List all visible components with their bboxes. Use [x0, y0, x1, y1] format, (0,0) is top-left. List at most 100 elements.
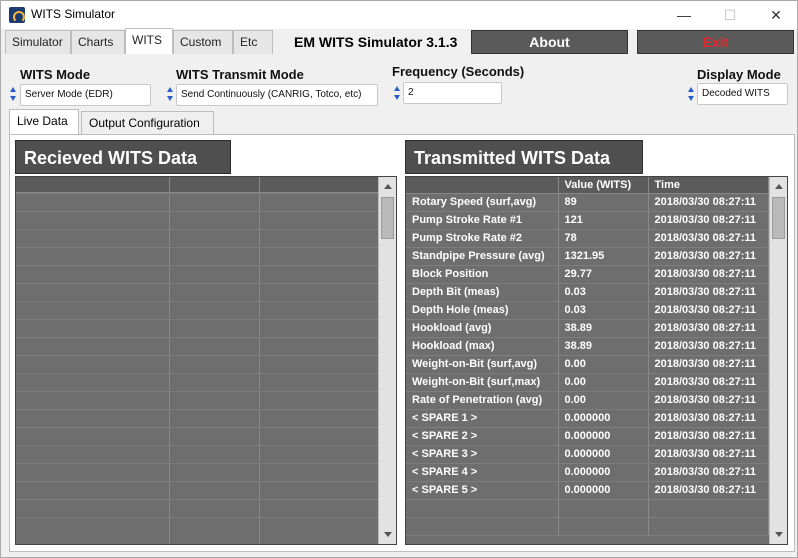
- grid-row-line: [16, 409, 379, 410]
- table-row[interactable]: < SPARE 1 >0.000000 2018/03/30 08:27:11: [406, 409, 769, 428]
- maximize-icon[interactable]: ☐: [707, 1, 753, 29]
- tab-custom[interactable]: Custom: [173, 30, 233, 54]
- cell-time: 2018/03/30 08:27:11: [648, 481, 769, 500]
- cell-name: Weight-on-Bit (surf,avg): [406, 355, 559, 374]
- cell-name: Weight-on-Bit (surf,max): [406, 373, 559, 392]
- display-mode-label: Display Mode: [697, 67, 781, 82]
- grid-divider: [259, 177, 260, 544]
- exit-button[interactable]: Exit: [637, 30, 794, 54]
- tab-etc[interactable]: Etc: [233, 30, 273, 54]
- table-row[interactable]: Weight-on-Bit (surf,max) 0.00 2018/03/30 0…: [406, 373, 769, 392]
- frequency-spinner[interactable]: [393, 83, 402, 103]
- cell-time: 2018/03/30 08:27:11: [648, 445, 769, 464]
- cell-name: < SPARE 4 >: [406, 463, 559, 482]
- cell-time: 2018/03/30 08:27:11: [648, 283, 769, 302]
- tab-live-data[interactable]: Live Data: [9, 109, 79, 136]
- table-row[interactable]: Weight-on-Bit (surf,avg) 0.00 2018/03/30 0…: [406, 355, 769, 374]
- empty-cell: [558, 499, 649, 518]
- frequency-label: Frequency (Seconds): [392, 64, 525, 79]
- cell-value: 38.89: [558, 319, 649, 338]
- transmit-mode-select[interactable]: Send Continuously (CANRIG, Totco, etc): [176, 84, 378, 106]
- grid-row-line: [16, 337, 379, 338]
- table-row[interactable]: Hookload (avg) 38.89 2018/03/30 08:27:11: [406, 319, 769, 338]
- cell-time: 2018/03/30 08:27:11: [648, 427, 769, 446]
- cell-value: 0.00: [558, 391, 649, 410]
- cell-name: < SPARE 3 >: [406, 445, 559, 464]
- table-row[interactable]: Rotary Speed (surf,avg) 89 2018/03/30 08:2…: [406, 193, 769, 212]
- table-row[interactable]: < SPARE 2 >0.000000 2018/03/30 08:27:11: [406, 427, 769, 446]
- grid-row-line: [16, 481, 379, 482]
- cell-value: 0.00: [558, 373, 649, 392]
- received-data-grid[interactable]: [15, 176, 397, 545]
- transmitted-scrollbar[interactable]: [769, 177, 787, 544]
- cell-name: Rate of Penetration (avg): [406, 391, 559, 410]
- wits-mode-label: WITS Mode: [20, 67, 91, 82]
- empty-cell: [648, 517, 769, 536]
- cell-name: Pump Stroke Rate #2: [406, 229, 559, 248]
- grid-row-line: [16, 445, 379, 446]
- cell-value: 38.89: [558, 337, 649, 356]
- cell-value: 0.03: [558, 301, 649, 320]
- scroll-thumb[interactable]: [381, 197, 394, 239]
- wits-mode-spinner[interactable]: [9, 84, 18, 104]
- table-header-row: Value (WITS) Time: [406, 177, 769, 194]
- close-icon[interactable]: ✕: [753, 1, 798, 29]
- title-bar: WITS Simulator — ☐ ✕: [1, 1, 797, 29]
- table-row[interactable]: Depth Bit (meas) 0.03 2018/03/30 08:27:11: [406, 283, 769, 302]
- cell-value: 78: [558, 229, 649, 248]
- scroll-up-icon[interactable]: [380, 179, 395, 194]
- minimize-icon[interactable]: —: [661, 1, 707, 29]
- table-row[interactable]: Depth Hole (meas) 0.03 2018/03/30 08:27:11: [406, 301, 769, 320]
- table-row[interactable]: < SPARE 4 >0.000000 2018/03/30 08:27:11: [406, 463, 769, 482]
- grid-row-line: [16, 301, 379, 302]
- cell-value: 121: [558, 211, 649, 230]
- app-window: WITS Simulator — ☐ ✕ Simulator Charts WI…: [0, 0, 798, 558]
- cell-value: 0.000000: [558, 463, 649, 482]
- display-mode-spinner[interactable]: [687, 84, 696, 104]
- empty-cell: [648, 499, 769, 518]
- table-row[interactable]: Standpipe Pressure (avg) 1321.95 2018/03/3…: [406, 247, 769, 266]
- cell-name: < SPARE 1 >: [406, 409, 559, 428]
- table-row[interactable]: < SPARE 3 >0.000000 2018/03/30 08:27:11: [406, 445, 769, 464]
- tab-wits[interactable]: WITS: [125, 28, 173, 54]
- grid-row-line: [16, 229, 379, 230]
- table-row[interactable]: Block Position 29.77 2018/03/30 08:27:11: [406, 265, 769, 284]
- scroll-down-icon[interactable]: [771, 527, 786, 542]
- grid-row-line: [16, 373, 379, 374]
- cell-time: 2018/03/30 08:27:11: [648, 301, 769, 320]
- table-row[interactable]: Pump Stroke Rate #1 121 2018/03/30 08:27:1…: [406, 211, 769, 230]
- display-mode-select[interactable]: Decoded WITS: [697, 83, 788, 105]
- scroll-down-icon[interactable]: [380, 527, 395, 542]
- tab-output-configuration[interactable]: Output Configuration: [81, 111, 214, 135]
- received-scrollbar[interactable]: [378, 177, 396, 544]
- cell-name: Rotary Speed (surf,avg): [406, 193, 559, 212]
- column-header-name[interactable]: [406, 177, 559, 194]
- grid-row-line: [16, 517, 379, 518]
- cell-value: 0.03: [558, 283, 649, 302]
- cell-value: 89: [558, 193, 649, 212]
- frequency-input[interactable]: 2: [403, 82, 502, 104]
- grid-row-line: [16, 355, 379, 356]
- cell-time: 2018/03/30 08:27:11: [648, 337, 769, 356]
- scroll-up-icon[interactable]: [771, 179, 786, 194]
- transmitted-panel-title: Transmitted WITS Data: [405, 140, 643, 174]
- cell-time: 2018/03/30 08:27:11: [648, 463, 769, 482]
- table-row[interactable]: Pump Stroke Rate #2 78 2018/03/30 08:27:11: [406, 229, 769, 248]
- cell-value: 29.77: [558, 265, 649, 284]
- grid-row-line: [16, 319, 379, 320]
- grid-row-line: [16, 427, 379, 428]
- table-row[interactable]: Hookload (max) 38.89 2018/03/30 08:27:11: [406, 337, 769, 356]
- table-row[interactable]: < SPARE 5 >0.000000 2018/03/30 08:27:11: [406, 481, 769, 500]
- transmitted-data-grid[interactable]: Value (WITS) Time Rotary Speed (surf,avg…: [405, 176, 788, 545]
- scroll-thumb[interactable]: [772, 197, 785, 239]
- tab-simulator[interactable]: Simulator: [5, 30, 71, 54]
- table-row[interactable]: Rate of Penetration (avg) 0.00 2018/03/30 …: [406, 391, 769, 410]
- tab-charts[interactable]: Charts: [71, 30, 125, 54]
- received-panel-title: Recieved WITS Data: [15, 140, 231, 174]
- column-header-value[interactable]: Value (WITS): [558, 177, 649, 194]
- transmit-mode-spinner[interactable]: [166, 84, 175, 104]
- wits-mode-select[interactable]: Server Mode (EDR): [20, 84, 151, 106]
- cell-time: 2018/03/30 08:27:11: [648, 319, 769, 338]
- column-header-time[interactable]: Time: [648, 177, 769, 194]
- about-button[interactable]: About: [471, 30, 628, 54]
